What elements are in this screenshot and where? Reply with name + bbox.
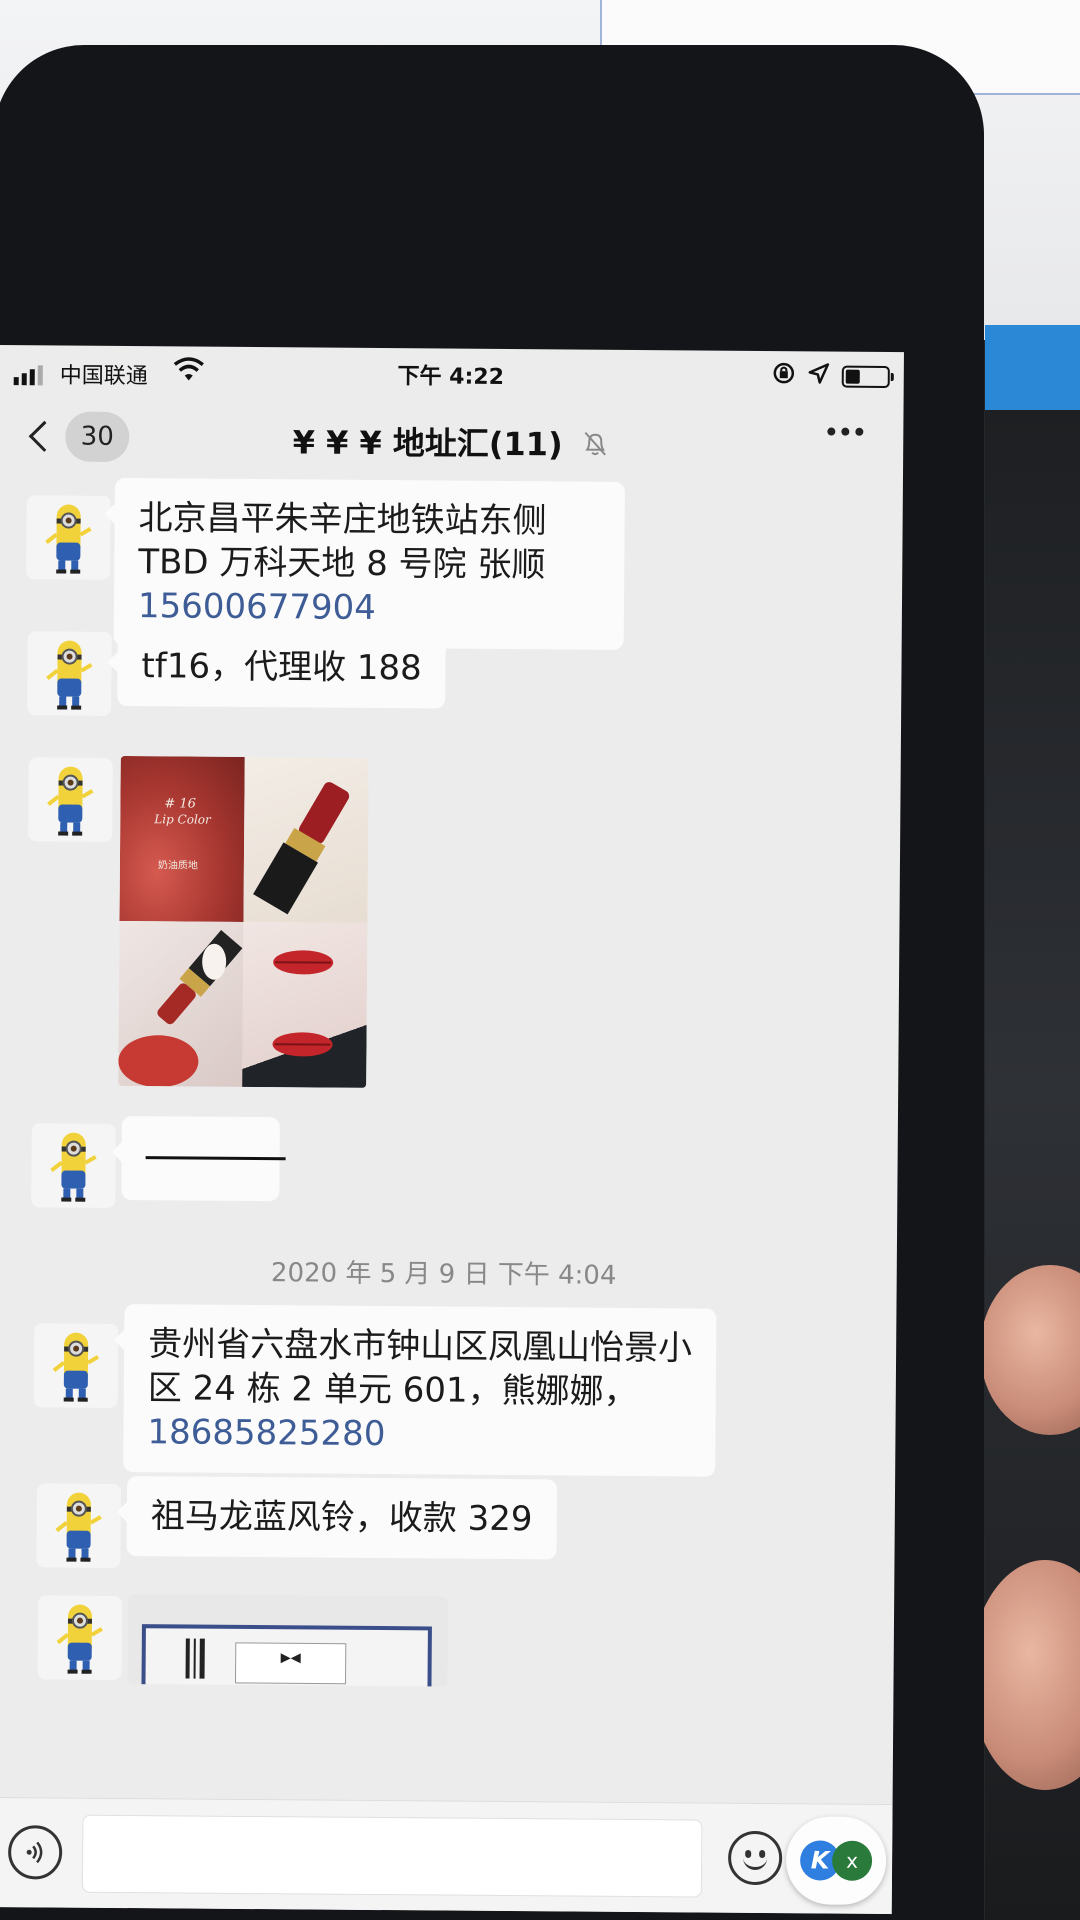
location-icon [808, 362, 830, 390]
minion-avatar-icon [50, 1132, 97, 1202]
avatar[interactable] [31, 1123, 116, 1208]
message-input[interactable] [81, 1814, 703, 1898]
minion-avatar-icon [46, 640, 93, 710]
message-text: 贵州省六盘水市钟山区凤凰山怡景小区 24 栋 2 单元 601，熊娜娜， [147, 1324, 693, 1413]
avatar[interactable] [28, 757, 113, 842]
image-message[interactable]: # 16 Lip Color 奶油质地 [118, 755, 369, 1088]
mute-icon [582, 428, 608, 466]
avatar[interactable] [27, 631, 112, 716]
input-bar: K x [0, 1796, 893, 1915]
rotation-lock-icon [772, 361, 796, 391]
avatar[interactable] [37, 1595, 123, 1681]
image-message[interactable] [127, 1594, 449, 1687]
message-bubble[interactable]: 贵州省六盘水市钟山区凤凰山怡景小区 24 栋 2 单元 601，熊娜娜， 1868… [123, 1304, 717, 1477]
more-options-button[interactable] [827, 427, 864, 436]
message-bubble[interactable] [121, 1115, 286, 1202]
voice-icon [26, 1841, 43, 1864]
lipstick-product-image [243, 756, 369, 923]
emoji-button[interactable] [727, 1830, 783, 1886]
floating-app-bubble[interactable]: K x [785, 1816, 887, 1906]
voice-input-button[interactable] [7, 1825, 63, 1880]
status-indicators [772, 361, 890, 392]
message-bubble[interactable]: tf16，代理收 188 [117, 625, 447, 709]
message-bubble[interactable]: 祖马龙蓝风铃，收款 329 [126, 1476, 557, 1560]
phone-number-link[interactable]: 18685825280 [147, 1412, 385, 1454]
lipstick-swatch-image: # 16 Lip Color 奶油质地 [119, 755, 245, 922]
message-bubble[interactable]: 北京昌平朱辛庄地铁站东侧 TBD 万科天地 8 号院 张顺 1560067790… [113, 477, 625, 650]
phone-screen: 中国联通 下午 4:22 30 ¥ ¥ ¥ 地址汇(11) 北京昌平朱辛庄地铁站… [0, 345, 904, 1915]
dash-line [145, 1156, 286, 1161]
lipstick-swatch-hand-image [118, 920, 244, 1087]
status-bar: 中国联通 下午 4:22 [0, 345, 904, 404]
message-timestamp: 2020 年 5 月 9 日 下午 4:04 [270, 1258, 617, 1291]
lips-image [242, 921, 368, 1088]
message-text: tf16，代理收 188 [141, 646, 422, 689]
chat-title-row: ¥ ¥ ¥ 地址汇(11) [0, 415, 903, 468]
avatar[interactable] [26, 495, 111, 580]
monitor-taskbar [985, 325, 1080, 420]
product-box-image [141, 1624, 432, 1687]
minion-avatar-icon [56, 1604, 103, 1674]
avatar[interactable] [36, 1483, 122, 1568]
app-badge-x[interactable]: x [831, 1840, 873, 1881]
chat-header: 30 ¥ ¥ ¥ 地址汇(11) [0, 397, 904, 478]
minion-avatar-icon [47, 766, 94, 836]
minion-avatar-icon [45, 504, 92, 574]
message-text: 祖马龙蓝风铃，收款 329 [150, 1496, 533, 1540]
message-text: 北京昌平朱辛庄地铁站东侧 TBD 万科天地 8 号院 张顺 [138, 498, 547, 586]
chat-title: ¥ ¥ ¥ 地址汇(11) [292, 423, 563, 464]
avatar[interactable] [33, 1323, 119, 1408]
battery-icon [841, 365, 890, 389]
phone-body: 中国联通 下午 4:22 30 ¥ ¥ ¥ 地址汇(11) 北京昌平朱辛庄地铁站… [0, 45, 984, 1920]
phone-number-link[interactable]: 15600677904 [138, 586, 376, 628]
minion-avatar-icon [52, 1332, 100, 1402]
minion-avatar-icon [55, 1492, 102, 1562]
emoji-icon [743, 1857, 768, 1871]
